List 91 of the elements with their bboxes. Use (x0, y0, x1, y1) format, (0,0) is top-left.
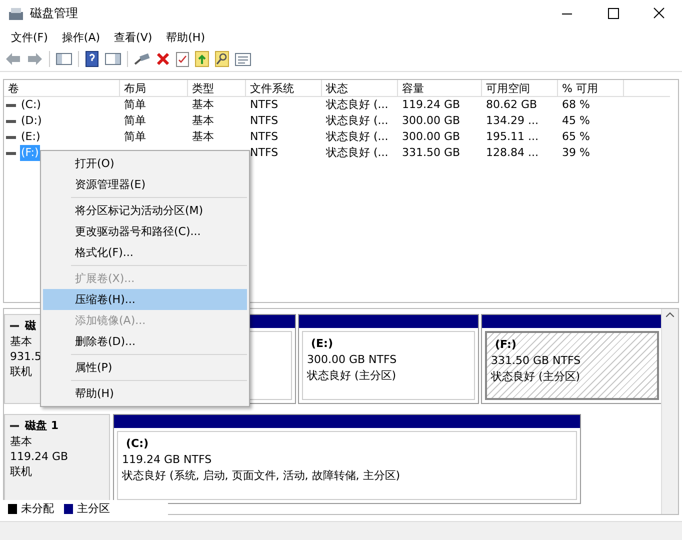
delete-icon[interactable] (156, 52, 170, 66)
context-menu-item[interactable]: 打开(O) (43, 153, 247, 174)
partition-size: 119.24 GB NTFS (122, 452, 213, 468)
legend-label: 主分区 (77, 501, 110, 516)
partition-block[interactable]: (E:) 300.00 GB NTFS 状态良好 (主分区) (298, 314, 479, 404)
disk-status: 联机 (10, 464, 32, 479)
volume-icon (6, 120, 16, 122)
disk-app-icon (8, 6, 24, 20)
volume-name[interactable]: (C:) (20, 97, 42, 113)
legend-label: 未分配 (21, 501, 54, 516)
plug-icon[interactable] (134, 52, 150, 66)
disk-name: 磁盘 1 (25, 418, 58, 433)
table-cell-text: 状态良好 (... (325, 145, 390, 161)
partition-block[interactable]: (F:) 331.50 GB NTFS 状态良好 (主分区) (481, 314, 663, 404)
context-menu-item[interactable]: 格式化(F)... (43, 242, 247, 263)
table-cell-text: 195.11 ... (485, 129, 540, 145)
list-icon[interactable] (235, 52, 251, 66)
table-cell-text: 状态良好 (... (325, 113, 390, 129)
disk-type: 基本 (10, 434, 32, 449)
partition-status: 状态良好 (系统, 启动, 页面文件, 活动, 故障转储, 主分区) (122, 468, 402, 484)
column-header[interactable]: 文件系统 (246, 80, 322, 97)
table-cell-text: NTFS (249, 145, 280, 161)
table-cell-text: 基本 (191, 113, 215, 129)
table-cell-text: 80.62 GB (485, 97, 538, 113)
panel-icon[interactable] (56, 52, 72, 66)
menu-item[interactable]: 操作(A) (54, 30, 108, 44)
table-cell-text: 基本 (191, 129, 215, 145)
table-cell-text: 状态良好 (... (325, 97, 390, 113)
column-header[interactable]: % 可用 (558, 80, 624, 97)
context-menu-item[interactable]: 将分区标记为活动分区(M) (43, 200, 247, 221)
table-cell-text: 300.00 GB (401, 129, 462, 145)
table-cell-text: 39 % (561, 145, 591, 161)
context-menu-item[interactable]: 资源管理器(E) (43, 174, 247, 195)
partition-size: 331.50 GB NTFS (491, 353, 582, 369)
table-cell-text: 简单 (123, 129, 147, 145)
column-header[interactable]: 容量 (398, 80, 482, 97)
checklist-icon[interactable] (176, 52, 189, 66)
disk-type: 基本 (10, 334, 32, 349)
table-cell-text: 45 % (561, 113, 591, 129)
menu-item[interactable]: 帮助(H) (159, 30, 212, 44)
column-header[interactable]: 卷 (4, 80, 120, 97)
panel-icon[interactable] (105, 52, 121, 66)
table-cell-text: 简单 (123, 113, 147, 129)
context-menu-item[interactable]: 帮助(H) (43, 383, 247, 404)
disk-name: 磁 (25, 318, 36, 333)
volume-icon (6, 104, 16, 106)
partition-label: (C:) (125, 436, 150, 452)
context-menu-item[interactable]: 删除卷(D)... (43, 331, 247, 352)
partition-block[interactable]: (C:) 119.24 GB NTFS 状态良好 (系统, 启动, 页面文件, 活动, 故障转储, 主分区) (113, 414, 581, 504)
scroll-up-icon[interactable] (666, 312, 674, 317)
menu-item[interactable]: 文件(F) (4, 30, 55, 44)
window-title: 磁盘管理 (30, 5, 78, 22)
column-header[interactable]: 状态 (322, 80, 398, 97)
back-arrow-icon[interactable] (5, 52, 21, 66)
table-cell-text: NTFS (249, 129, 280, 145)
column-header[interactable]: 可用空间 (482, 80, 558, 97)
scrollbar[interactable] (661, 309, 678, 514)
column-header[interactable]: 类型 (188, 80, 246, 97)
disk-status: 联机 (10, 364, 32, 379)
table-cell-text: 基本 (191, 97, 215, 113)
column-header[interactable]: 布局 (120, 80, 188, 97)
table-cell-text: 68 % (561, 97, 591, 113)
context-menu-item[interactable]: 压缩卷(H)... (43, 289, 247, 310)
table-cell-text: 300.00 GB (401, 113, 462, 129)
partition-status: 状态良好 (主分区) (491, 369, 582, 385)
table-cell-text: 65 % (561, 129, 591, 145)
partition-label: (E:) (310, 336, 334, 352)
volume-name[interactable]: (E:) (20, 129, 42, 145)
disk-size: 931.5 (10, 349, 42, 364)
table-cell-text: 状态良好 (... (325, 129, 390, 145)
folder-up-icon[interactable] (195, 51, 209, 67)
partition-status: 状态良好 (主分区) (307, 368, 398, 384)
volume-name[interactable]: (D:) (20, 113, 43, 129)
disk-size: 119.24 GB (10, 449, 68, 464)
menu-item[interactable]: 查看(V) (107, 30, 160, 44)
partition-size: 300.00 GB NTFS (307, 352, 398, 368)
table-cell-text: 134.29 ... (485, 113, 540, 129)
forward-arrow-icon[interactable] (27, 52, 43, 66)
volume-icon (6, 136, 16, 138)
partition-label: (F:) (494, 337, 518, 353)
table-cell-text: 简单 (123, 97, 147, 113)
context-menu-item[interactable]: 属性(P) (43, 357, 247, 378)
table-cell-text: 128.84 ... (485, 145, 540, 161)
table-cell-text: NTFS (249, 97, 280, 113)
table-cell-text: 119.24 GB (401, 97, 462, 113)
context-menu-item[interactable]: 更改驱动器号和路径(C)... (43, 221, 247, 242)
table-cell-text: NTFS (249, 113, 280, 129)
help-book-icon[interactable] (85, 51, 99, 67)
table-cell-text: 331.50 GB (401, 145, 462, 161)
folder-search-icon[interactable] (215, 51, 229, 67)
volume-icon (6, 152, 16, 154)
